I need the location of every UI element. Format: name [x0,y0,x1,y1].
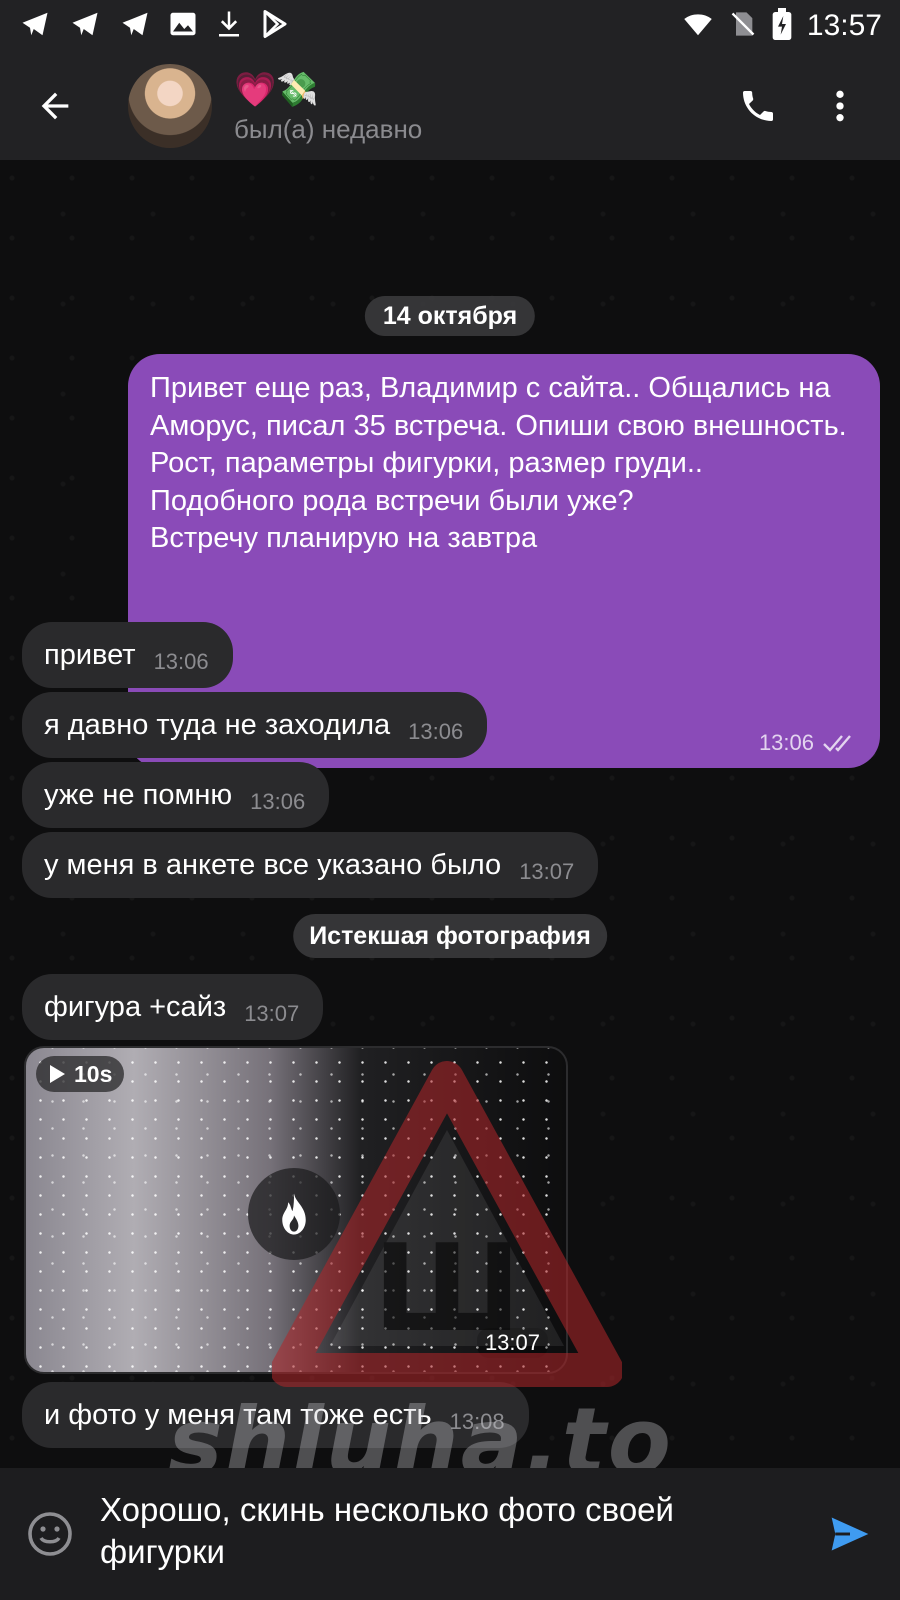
message-input[interactable]: Хорошо, скинь несколько фото своей фигур… [100,1489,800,1573]
message-time: 13:07 [476,1328,548,1358]
message-time: 13:06 [250,789,306,814]
play-store-icon [260,9,290,44]
image-icon [168,9,198,44]
phone-icon [743,91,773,121]
download-icon [214,9,244,44]
service-message: Истекшая фотография [293,914,607,958]
date-separator: 14 октября [364,296,536,336]
telegram-icon [18,9,52,44]
chat-title: 💗💸 [234,70,319,109]
double-check-icon [823,735,851,752]
send-icon [831,1517,869,1551]
message-time: 13:06 [153,649,209,674]
message-time: 13:07 [244,1001,300,1026]
message-text: Привет еще раз, Владимир с сайта.. Общал… [150,372,847,554]
message-text: привет [44,638,136,671]
telegram-icon [68,9,102,44]
call-button[interactable] [736,84,780,128]
emoji-button[interactable] [0,1510,100,1558]
message-time: 13:07 [519,859,575,884]
incoming-message[interactable]: я давно туда не заходила 13:06 [22,692,488,758]
more-menu-button[interactable] [818,84,862,128]
duration-badge: 10s [36,1056,125,1092]
message-text: фигура +сайз [44,990,227,1023]
back-button[interactable] [0,52,110,160]
self-destruct-video[interactable]: 10s 13:07 [24,1046,568,1374]
arrow-left-icon [41,92,69,120]
incoming-message[interactable]: и фото у меня там тоже есть 13:08 [22,1382,529,1448]
incoming-message[interactable]: у меня в анкете все указано было 13:07 [22,832,599,898]
incoming-message[interactable]: фигура +сайз 13:07 [22,974,324,1040]
last-seen-status: был(а) недавно [234,113,423,144]
message-time: 13:06 [758,730,814,755]
more-vertical-icon [836,90,844,122]
message-time: 13:08 [449,1409,505,1434]
send-button[interactable] [822,1506,878,1562]
flame-icon [282,1193,306,1235]
clock: 13:57 [806,9,882,42]
chat-info[interactable]: 💗💸 был(а) недавно [234,68,422,145]
no-sim-icon [729,9,757,44]
wifi-icon [681,9,715,44]
message-text: у меня в анкете все указано было [44,848,502,881]
play-icon [50,1065,65,1083]
duration-label: 10s [74,1060,113,1087]
view-once-button[interactable] [248,1168,340,1260]
message-text: и фото у меня там тоже есть [44,1398,432,1431]
battery-icon [771,7,793,45]
message-text: уже не помню [44,778,233,811]
message-input-bar: Хорошо, скинь несколько фото своей фигур… [0,1468,900,1600]
smile-icon [28,1512,72,1556]
message-text: я давно туда не заходила [44,708,391,741]
message-list[interactable]: 14 октября Привет еще раз, Владимир с са… [0,160,900,1468]
avatar[interactable] [128,64,212,148]
message-time: 13:06 [408,719,464,744]
incoming-message[interactable]: уже не помню 13:06 [22,762,330,828]
telegram-icon [118,9,152,44]
chat-header: 💗💸 был(а) недавно [0,52,900,160]
status-bar: 13:57 [0,0,900,52]
incoming-message[interactable]: привет 13:06 [22,622,233,688]
